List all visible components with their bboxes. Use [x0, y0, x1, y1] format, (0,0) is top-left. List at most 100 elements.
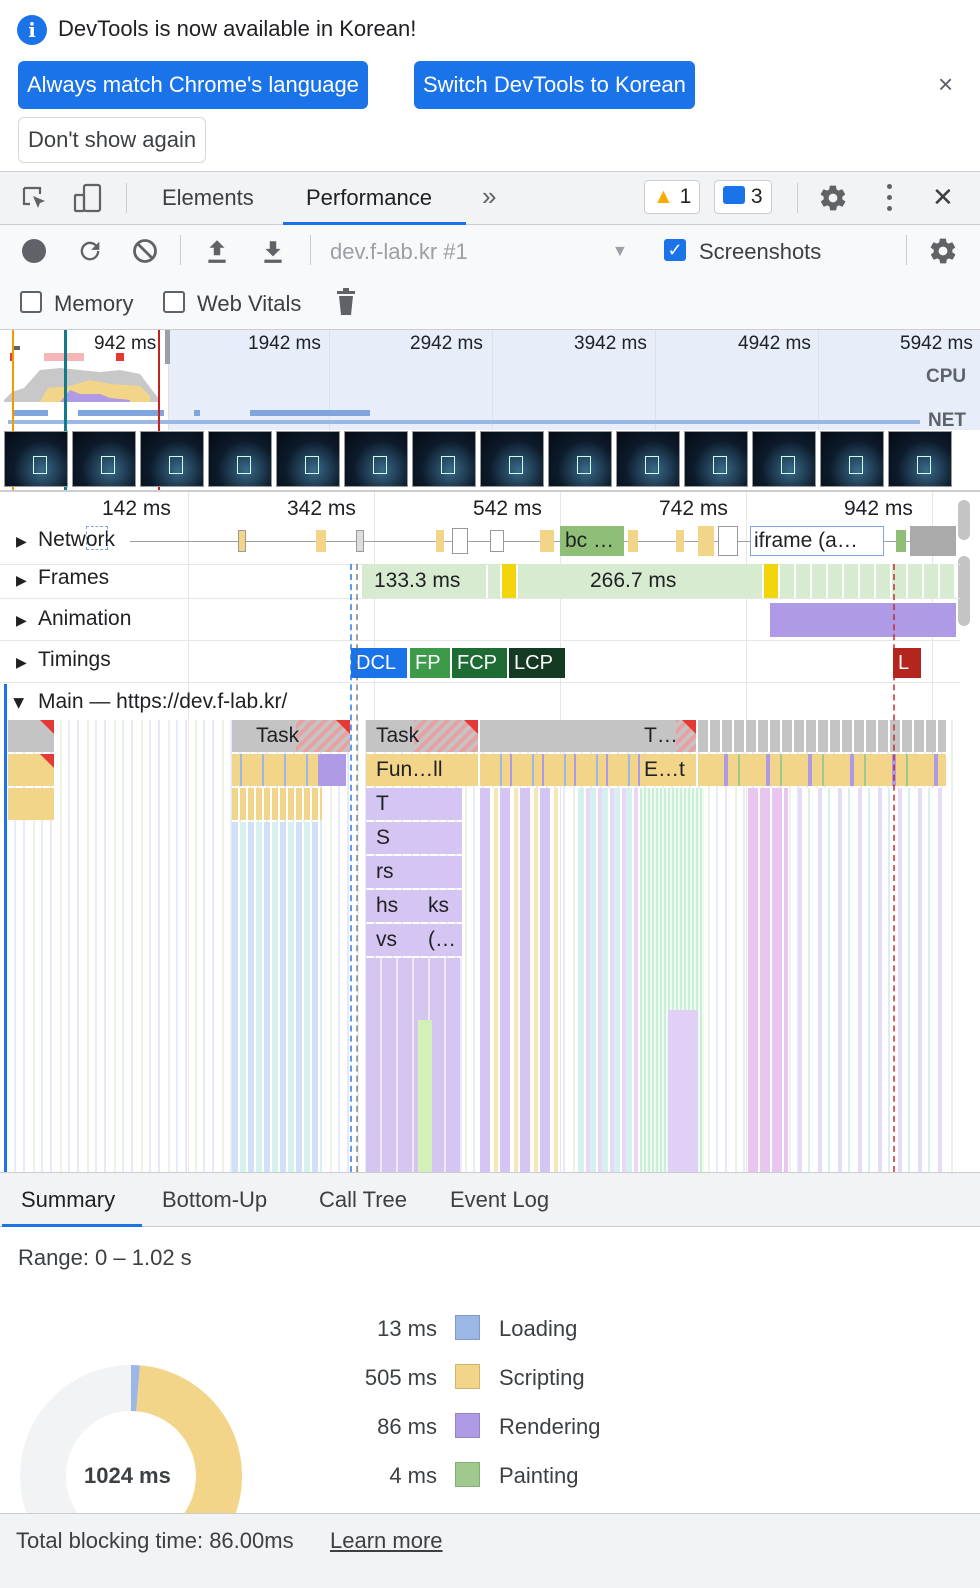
- call-stack-blocks[interactable]: [232, 822, 322, 1172]
- function-call-block[interactable]: [8, 788, 54, 820]
- tab-call-tree[interactable]: Call Tree: [319, 1187, 407, 1213]
- network-request[interactable]: [676, 530, 684, 552]
- tab-elements[interactable]: Elements: [162, 185, 254, 211]
- screenshot-thumbnail[interactable]: [4, 431, 68, 487]
- close-infobar-icon[interactable]: ×: [938, 69, 953, 100]
- function-call-block[interactable]: [480, 754, 640, 786]
- track-animation[interactable]: Animation: [38, 607, 131, 631]
- screenshot-thumbnail[interactable]: [412, 431, 476, 487]
- network-request[interactable]: [910, 526, 956, 556]
- warnings-badge[interactable]: ▲ 1: [644, 180, 701, 214]
- timing-load[interactable]: L: [893, 648, 921, 678]
- timing-fcp[interactable]: FCP: [452, 648, 507, 678]
- tab-performance[interactable]: Performance: [306, 185, 432, 211]
- inspect-element-icon[interactable]: [20, 184, 50, 214]
- recording-select[interactable]: dev.f-lab.kr #1: [330, 239, 468, 265]
- network-request[interactable]: [436, 530, 444, 552]
- more-options-icon[interactable]: [887, 184, 893, 212]
- function-call-block[interactable]: [232, 788, 322, 820]
- tab-event-log[interactable]: Event Log: [450, 1187, 549, 1213]
- screenshots-checkbox[interactable]: ✓: [664, 239, 686, 261]
- main-flame-area[interactable]: Task Task T… Fun…ll E…t T S rs hs ks vs …: [8, 720, 956, 1172]
- screenshot-thumbnail[interactable]: [140, 431, 204, 487]
- tab-bottom-up[interactable]: Bottom-Up: [162, 1187, 267, 1213]
- screenshot-thumbnail[interactable]: [208, 431, 272, 487]
- frame-block-partial[interactable]: [764, 564, 778, 598]
- network-request[interactable]: [628, 530, 638, 552]
- dropdown-arrow-icon[interactable]: ▼: [612, 243, 628, 261]
- reload-record-icon[interactable]: [76, 237, 104, 265]
- network-request[interactable]: iframe (a…: [750, 526, 884, 556]
- frame-block[interactable]: [488, 564, 500, 598]
- network-request[interactable]: bc …: [560, 526, 624, 556]
- expand-arrow-icon[interactable]: ▶: [16, 612, 27, 629]
- rendering-block[interactable]: [318, 754, 346, 786]
- screenshot-thumbnail[interactable]: [888, 431, 952, 487]
- screenshot-thumbnail[interactable]: [344, 431, 408, 487]
- network-request[interactable]: [718, 526, 738, 556]
- switch-to-korean-button[interactable]: Switch DevTools to Korean: [414, 61, 695, 109]
- expand-arrow-icon[interactable]: ▶: [16, 654, 27, 671]
- timing-dcl[interactable]: DCL: [351, 648, 407, 678]
- record-icon[interactable]: [22, 239, 46, 263]
- screenshot-thumbnail[interactable]: [276, 431, 340, 487]
- screenshot-thumbnail[interactable]: [684, 431, 748, 487]
- expand-arrow-icon[interactable]: ▶: [16, 533, 27, 550]
- screenshot-thumbnail[interactable]: [752, 431, 816, 487]
- screenshot-thumbnail[interactable]: [548, 431, 612, 487]
- screenshot-thumbnail[interactable]: [820, 431, 884, 487]
- vertical-scrollbar[interactable]: [958, 500, 970, 540]
- timing-lcp[interactable]: LCP: [509, 648, 565, 678]
- frame-block-partial[interactable]: [502, 564, 516, 598]
- garbage-collect-icon[interactable]: [334, 287, 358, 317]
- call-stack-blocks[interactable]: [798, 788, 948, 1172]
- call-stack-blocks[interactable]: [748, 788, 788, 1172]
- call-stack-blocks[interactable]: [578, 788, 638, 1172]
- messages-badge[interactable]: 3: [714, 180, 772, 214]
- call-stack-blocks[interactable]: [366, 958, 462, 1172]
- dont-show-again-button[interactable]: Don't show again: [18, 117, 207, 163]
- network-request[interactable]: [356, 530, 364, 552]
- close-devtools-icon[interactable]: ✕: [932, 182, 954, 213]
- flame-chart[interactable]: 142 ms 342 ms 542 ms 742 ms 942 ms ▶ Net…: [0, 492, 980, 1172]
- network-request[interactable]: [540, 530, 554, 552]
- track-main[interactable]: Main — https://dev.f-lab.kr/: [38, 690, 287, 714]
- function-call-block[interactable]: [232, 754, 318, 786]
- settings-gear-icon[interactable]: [818, 183, 848, 213]
- animation-block[interactable]: [770, 603, 956, 637]
- network-request[interactable]: [490, 530, 504, 552]
- frame-blocks[interactable]: [780, 564, 956, 598]
- device-toolbar-icon[interactable]: [72, 182, 104, 214]
- timing-fp[interactable]: FP: [410, 648, 450, 678]
- clear-icon[interactable]: [131, 237, 159, 265]
- frame-block[interactable]: 266.7 ms: [518, 564, 762, 598]
- network-request[interactable]: [86, 526, 108, 550]
- track-timings[interactable]: Timings: [38, 648, 111, 672]
- network-request[interactable]: [452, 528, 468, 554]
- download-profile-icon[interactable]: [260, 237, 286, 265]
- expand-arrow-icon[interactable]: ▶: [16, 572, 27, 589]
- frame-block[interactable]: 133.3 ms: [362, 564, 486, 598]
- collapse-arrow-icon[interactable]: ▶: [11, 698, 28, 709]
- tab-summary[interactable]: Summary: [21, 1187, 115, 1213]
- call-stack-blocks[interactable]: [418, 1020, 432, 1172]
- always-match-language-button[interactable]: Always match Chrome's language: [18, 61, 368, 109]
- network-request[interactable]: [238, 530, 246, 552]
- screenshot-thumbnail[interactable]: [616, 431, 680, 487]
- timeline-overview[interactable]: 942 ms 1942 ms 2942 ms 3942 ms 4942 ms 5…: [0, 330, 980, 492]
- upload-profile-icon[interactable]: [204, 237, 230, 265]
- network-request[interactable]: [698, 526, 714, 556]
- screenshot-thumbnail[interactable]: [72, 431, 136, 487]
- task-blocks[interactable]: [698, 720, 946, 752]
- vertical-scrollbar-thumb[interactable]: [958, 556, 970, 626]
- screenshot-thumbnail[interactable]: [480, 431, 544, 487]
- more-tabs-icon[interactable]: »: [482, 181, 496, 212]
- web-vitals-checkbox[interactable]: [163, 291, 185, 313]
- memory-checkbox[interactable]: [20, 291, 42, 313]
- network-request[interactable]: [896, 530, 906, 552]
- network-request[interactable]: [316, 530, 326, 552]
- call-stack-blocks[interactable]: [668, 1010, 698, 1172]
- call-stack-blocks[interactable]: [480, 788, 560, 1172]
- function-call-block[interactable]: [698, 754, 946, 786]
- capture-settings-gear-icon[interactable]: [928, 236, 958, 266]
